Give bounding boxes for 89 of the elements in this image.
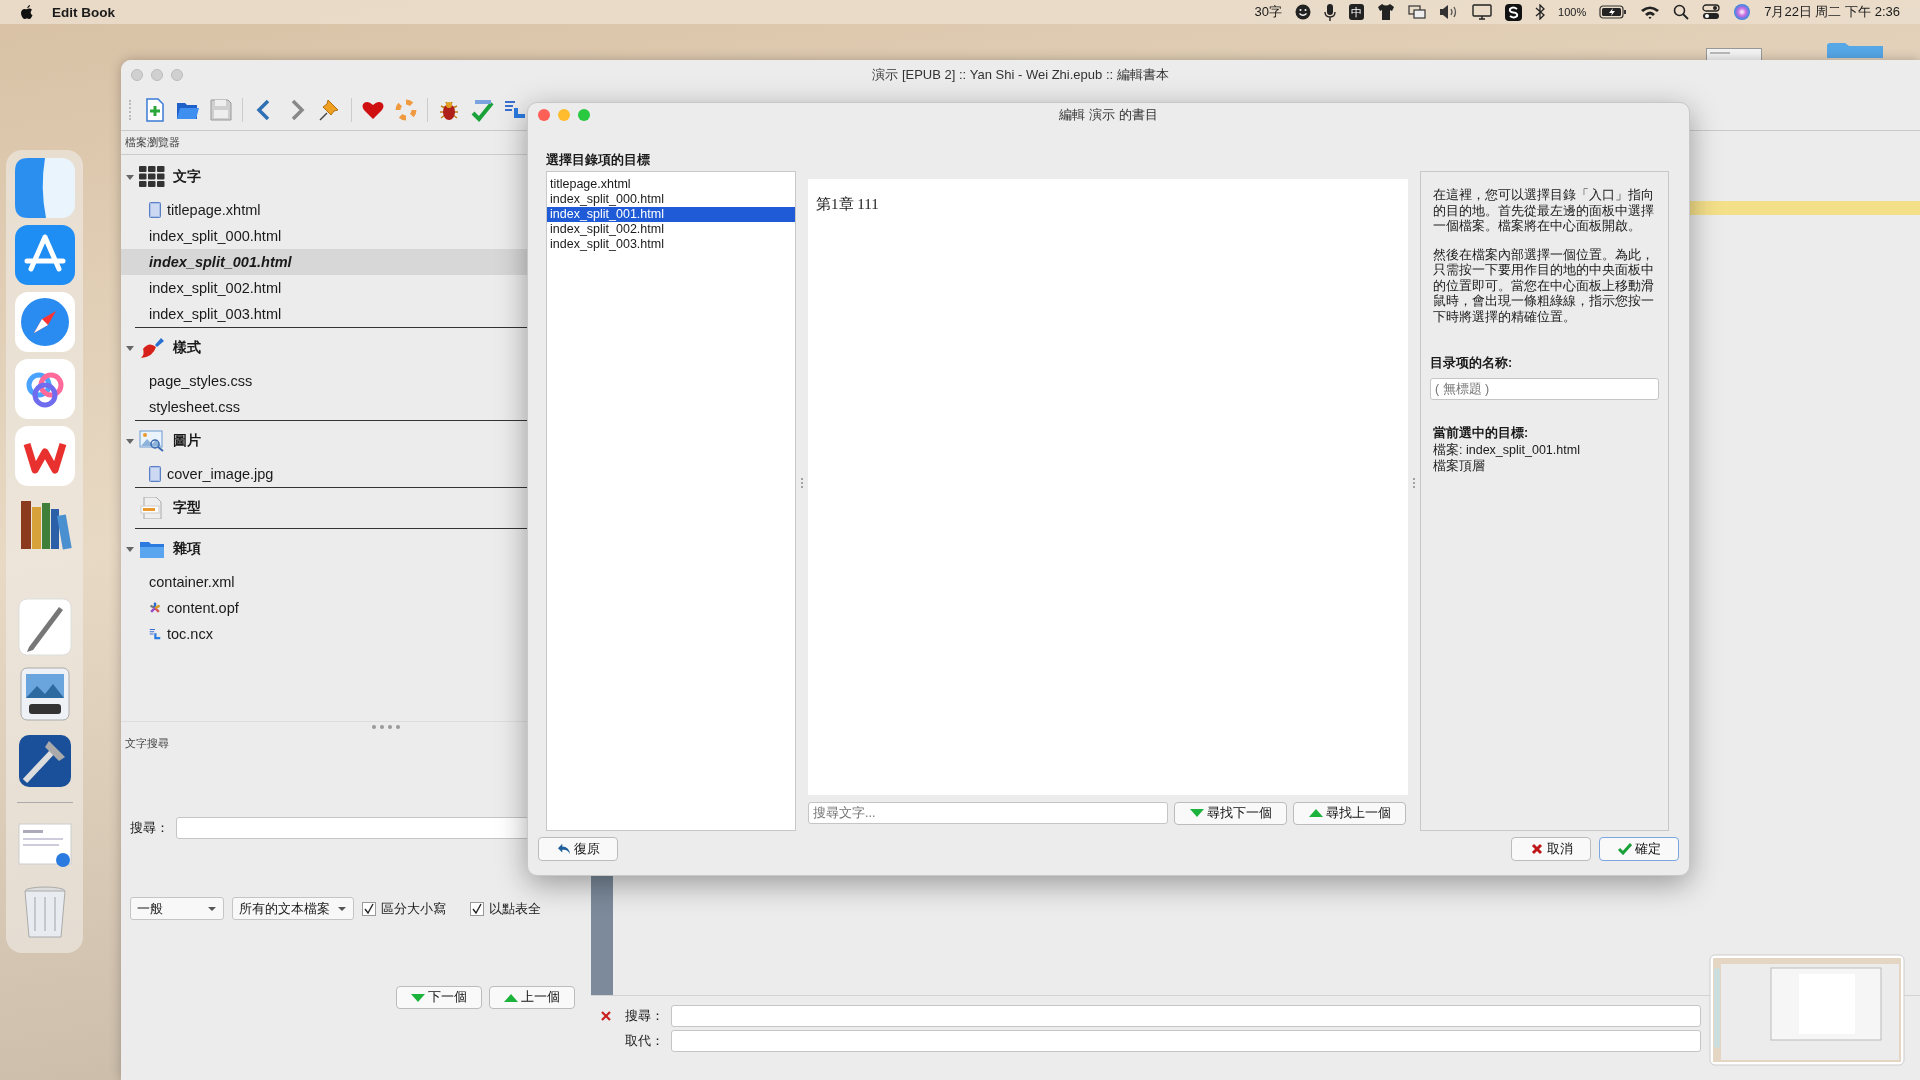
expand-arrow-icon[interactable] <box>125 436 135 446</box>
current-target-label: 當前選中的目標: <box>1433 425 1530 442</box>
checkbox[interactable] <box>362 901 376 916</box>
microphone-icon[interactable] <box>1324 3 1337 21</box>
smiley-icon[interactable] <box>1295 4 1312 20</box>
toggles-icon[interactable] <box>1702 4 1721 20</box>
window-title: 演示 [EPUB 2] :: Yan Shi - Wei Zhi.epub :: 編輯書本 <box>872 66 1169 84</box>
search-field[interactable]: 搜尋文字... <box>808 802 1168 824</box>
list-icon <box>149 626 161 642</box>
windows-icon[interactable] <box>1408 5 1427 19</box>
image-search-icon <box>139 430 165 452</box>
document-icon[interactable] <box>1706 48 1762 60</box>
page-icon <box>149 466 161 482</box>
next-button[interactable]: 下一個 <box>396 986 482 1009</box>
cancel-button[interactable]: 取消 <box>1511 837 1591 861</box>
font-file-icon <box>139 497 165 519</box>
bluetooth-icon[interactable] <box>1535 4 1546 20</box>
grid-icon <box>139 166 165 188</box>
undo-arrow-icon <box>556 843 571 855</box>
preview-text: 第1章 111 <box>816 195 880 214</box>
tree-group-label[interactable]: 文字 <box>173 168 201 186</box>
input-source[interactable]: 中 <box>1349 4 1365 20</box>
ok-button[interactable]: 確定 <box>1599 837 1679 861</box>
up-triangle-icon <box>504 992 518 1003</box>
tree-item[interactable]: cover_image.jpg <box>121 461 591 487</box>
file-list-item[interactable]: index_split_001.html <box>547 207 795 222</box>
close-button[interactable] <box>538 109 550 121</box>
checkbox-label[interactable]: 以點表全 <box>489 899 541 918</box>
display-icon[interactable] <box>1472 4 1493 20</box>
search-label: 搜尋： <box>130 819 170 837</box>
file-list-item[interactable]: titlepage.xhtml <box>547 177 795 192</box>
current-file: 檔案: index_split_001.html <box>1433 442 1581 458</box>
name-field[interactable]: ( 無標題 ) <box>1430 378 1659 400</box>
tree-group-label[interactable]: 樣式 <box>173 339 201 357</box>
apple-icon[interactable] <box>20 4 34 20</box>
find-previous-button[interactable]: 尋找上一個 <box>1293 801 1406 825</box>
checkmark-icon <box>1617 843 1632 855</box>
caret-icon <box>207 905 217 912</box>
help-text: 在這裡，您可以選擇目錄「入口」指向的目的地。首先從最左邊的面板中選擇一個檔案。檔案將在中心面板開啟。 <box>1433 188 1655 235</box>
file-list-item[interactable]: index_split_002.html <box>547 222 795 237</box>
checkbox-label[interactable]: 區分大小寫 <box>381 899 446 918</box>
down-triangle-icon <box>1189 808 1204 818</box>
scope-dropdown[interactable]: 所有的文本檔案 <box>232 897 354 920</box>
paintbrush-icon <box>139 337 165 359</box>
wifi-icon[interactable] <box>1640 4 1661 20</box>
search-icon[interactable] <box>1673 4 1690 20</box>
file-list-item[interactable]: index_split_000.html <box>547 192 795 207</box>
page-icon <box>149 202 161 218</box>
previous-button[interactable]: 上一個 <box>489 986 575 1009</box>
screenshot-thumbnail-drawing[interactable] <box>1709 954 1905 1066</box>
orb-icon[interactable] <box>1733 3 1752 21</box>
dialog-title: 編輯 演示 的書目 <box>1059 106 1158 124</box>
name-label: 目录项的名称: <box>1430 355 1514 372</box>
replace-field[interactable] <box>671 1030 1701 1052</box>
rings-icon[interactable] <box>14 359 75 419</box>
mode-dropdown[interactable]: 一般 <box>130 897 224 920</box>
tree-group-label[interactable]: 雜項 <box>173 540 201 558</box>
replace-label: 取代： <box>625 1032 665 1050</box>
search-label: 搜尋： <box>625 1007 665 1025</box>
help-text: 然後在檔案內部選擇一個位置。為此，只需按一下要用作目的地的中央面板中的位置即可。當您在中心面板上移動滑鼠時，會出現一條粗綠線，指示您按一下時將選擇的精確位置。 <box>1433 247 1655 325</box>
new-file-icon[interactable] <box>143 98 167 122</box>
panel-title: 文字搜尋 <box>124 736 170 751</box>
app-icon[interactable] <box>1505 3 1523 21</box>
up-triangle-icon <box>1308 808 1323 818</box>
close-icon[interactable] <box>601 1011 611 1021</box>
checkbox[interactable] <box>470 901 484 916</box>
clock[interactable]: 7月22日 周二 下午 2:36 <box>1764 3 1900 21</box>
current-position: 檔案頂層 <box>1433 458 1486 474</box>
compass-icon[interactable] <box>14 292 75 352</box>
shirt-icon[interactable] <box>1377 4 1396 20</box>
word-count[interactable]: 30字 <box>1254 3 1283 21</box>
search-field[interactable] <box>671 1005 1701 1027</box>
app-name[interactable]: Edit Book <box>52 4 115 20</box>
battery-icon[interactable] <box>1599 5 1628 19</box>
spellcheck-icon[interactable] <box>470 98 494 122</box>
tree-item[interactable]: toc.ncx <box>121 621 591 647</box>
tree-item[interactable]: content.opf <box>121 595 591 621</box>
undo-button[interactable]: 復原 <box>538 837 618 861</box>
tree-group-label[interactable]: 字型 <box>173 499 201 517</box>
find-next-button[interactable]: 尋找下一個 <box>1174 801 1287 825</box>
expand-arrow-icon[interactable] <box>125 172 135 182</box>
close-icon <box>1529 843 1544 855</box>
down-triangle-icon <box>411 992 425 1003</box>
expand-arrow-icon[interactable] <box>125 343 135 353</box>
file-list-item[interactable]: index_split_003.html <box>547 237 795 252</box>
tree-group-label[interactable]: 圖片 <box>173 432 201 450</box>
battery-percent[interactable]: 100% <box>1558 6 1587 18</box>
expand-arrow-icon[interactable] <box>125 544 135 554</box>
caret-icon <box>337 905 347 912</box>
